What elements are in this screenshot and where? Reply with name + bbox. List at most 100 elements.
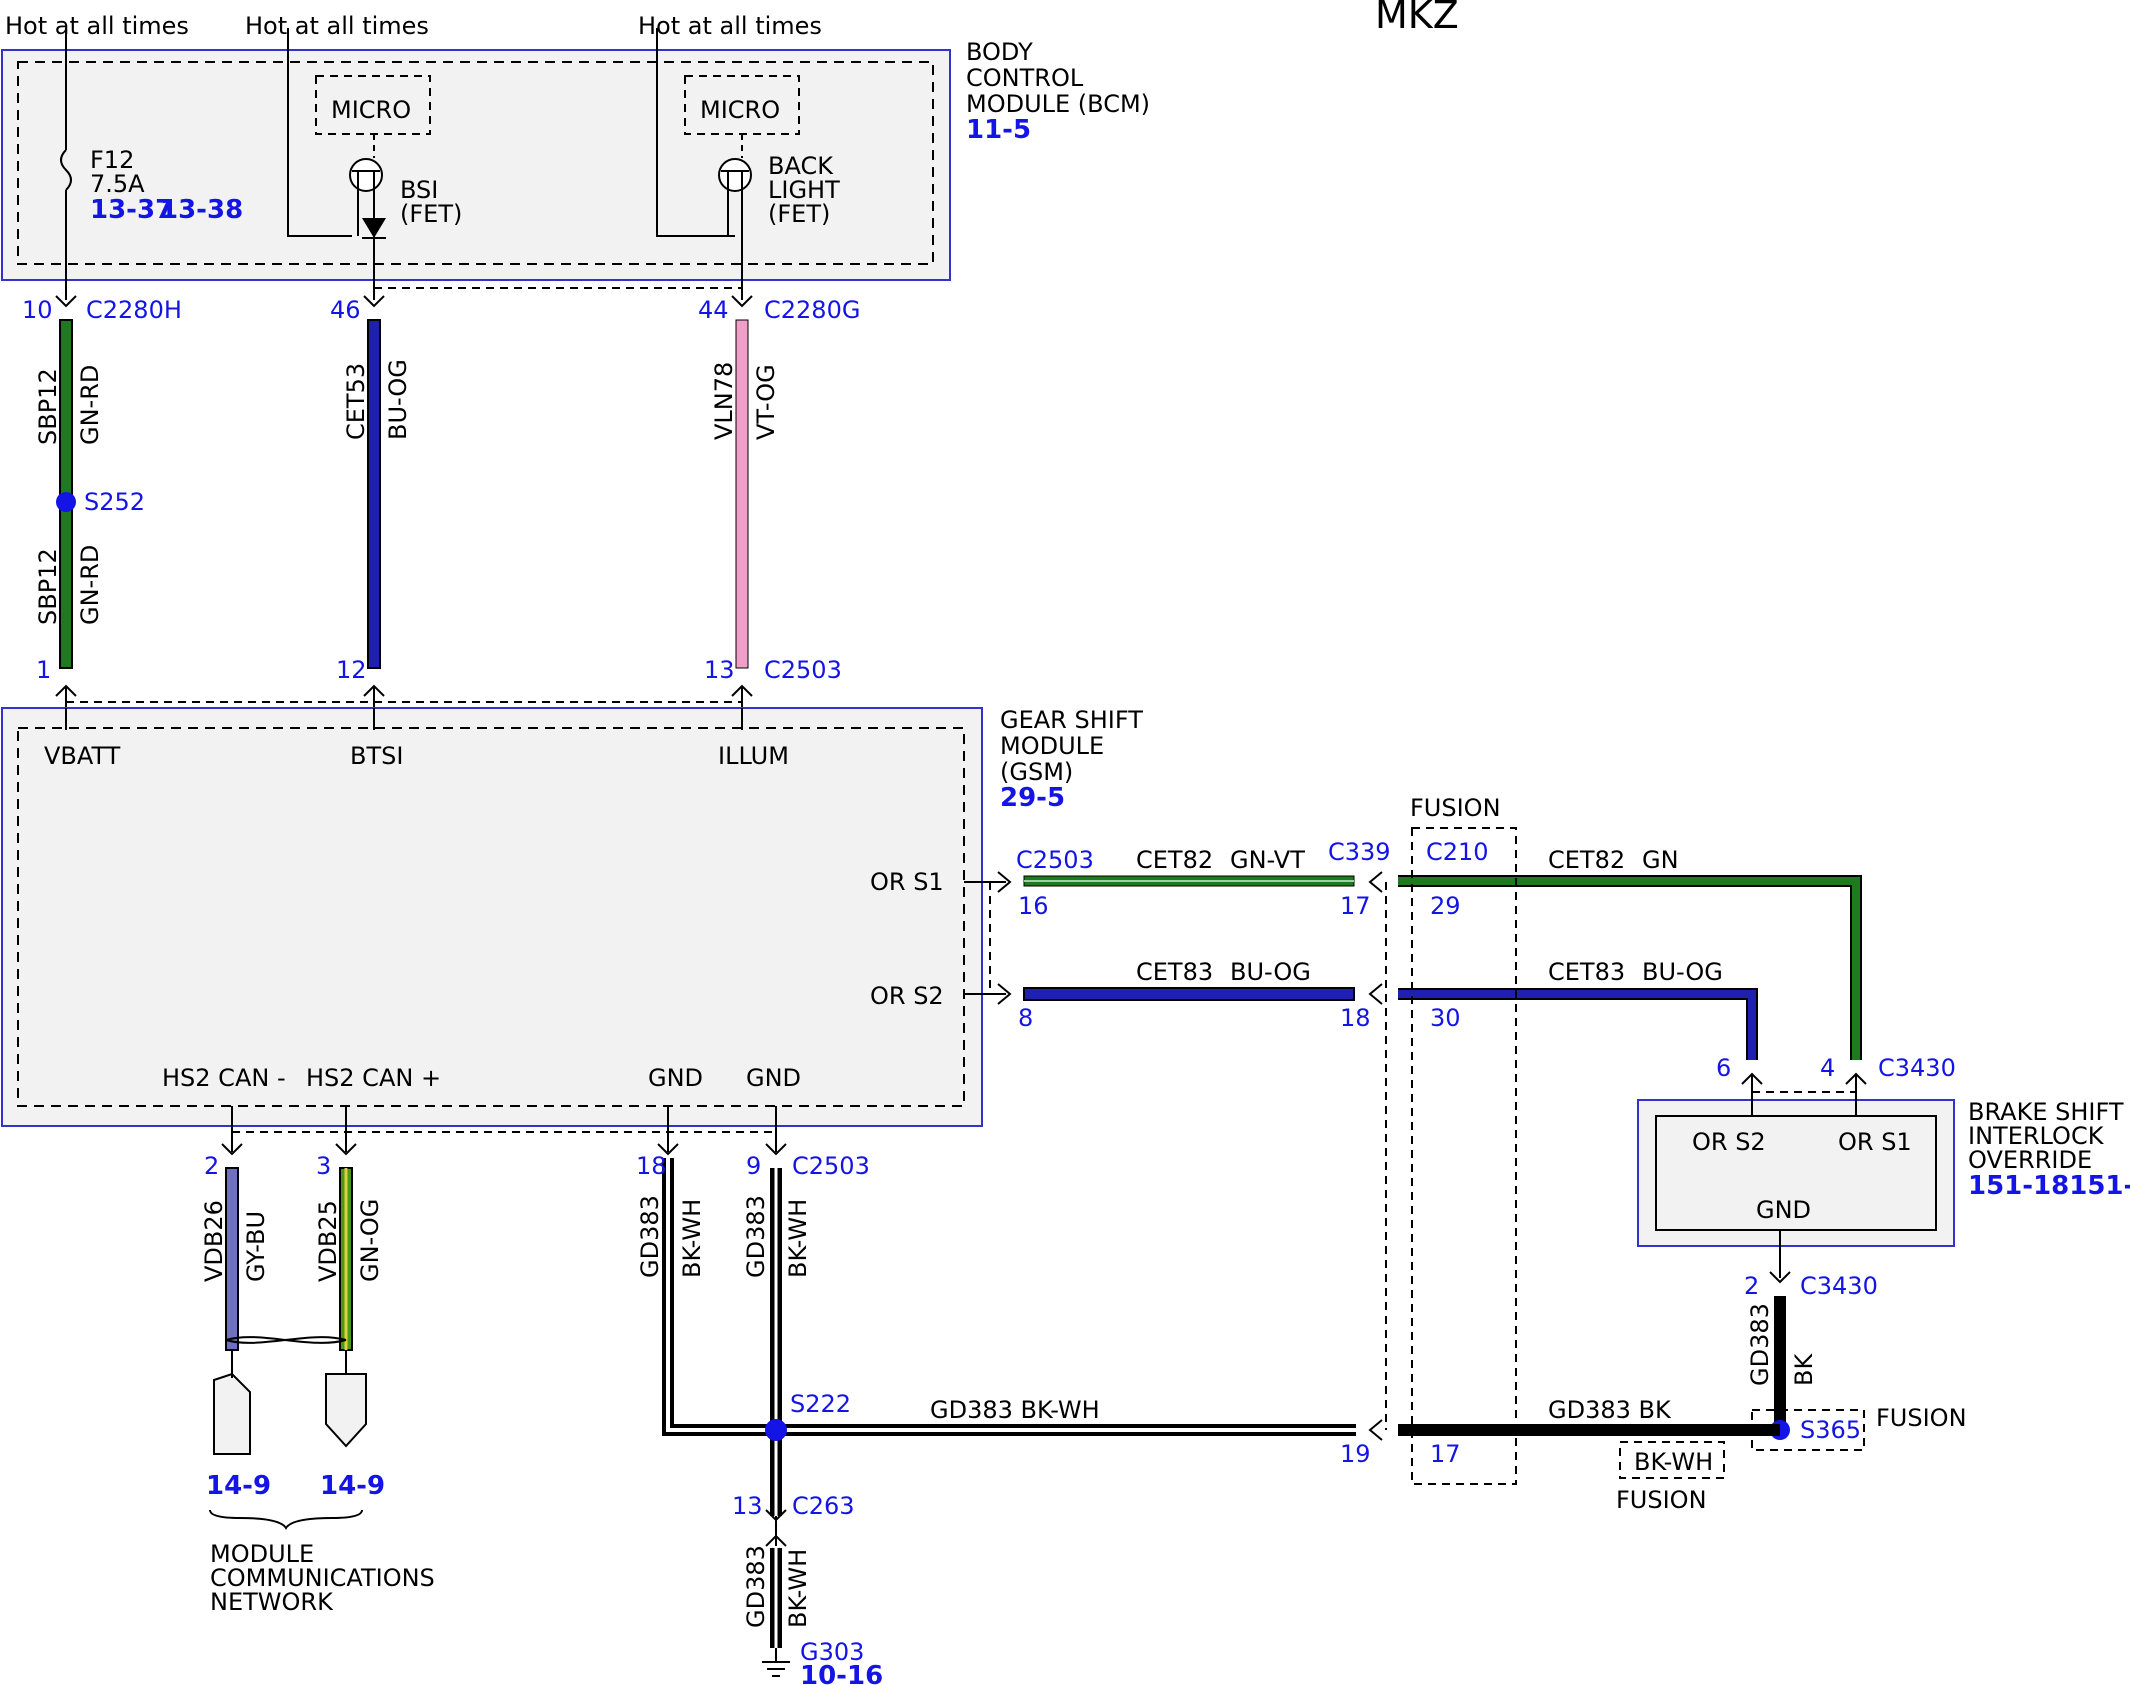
bsio-connector-b-label: C3430 xyxy=(1800,1272,1878,1300)
gsm-label-vbatt: VBATT xyxy=(44,742,121,770)
gsm-name-1: GEAR SHIFT xyxy=(1000,706,1143,734)
gsm-label-can-minus: HS2 CAN - xyxy=(162,1064,286,1092)
supply-label-left: Hot at all times xyxy=(5,12,189,40)
splice-s222-dot xyxy=(765,1419,787,1441)
wire-vdb26-circuit: VDB26 xyxy=(200,1200,228,1282)
gnd-wire-b-circuit: GD383 xyxy=(742,1195,770,1278)
c263-label: C263 xyxy=(792,1492,855,1520)
twisted-pair-icon xyxy=(225,1336,347,1344)
bsio-label-or-s1: OR S1 xyxy=(1838,1128,1912,1156)
gnd-wire-a-color: BK-WH xyxy=(678,1199,706,1278)
gsm-outline xyxy=(1,707,983,1127)
gsm-pin-1-label: 1 xyxy=(36,656,51,684)
pin-30-label: 30 xyxy=(1430,1004,1461,1032)
gsm-label-can-plus: HS2 CAN + xyxy=(306,1064,441,1092)
can-plus-ref: 14-9 xyxy=(320,1471,385,1501)
wire-cet82-color-b: GN xyxy=(1642,846,1679,874)
bsio-outline xyxy=(1637,1099,1955,1247)
gnd-wire-a-circuit: GD383 xyxy=(636,1195,664,1278)
gsm-pin-12-label: 12 xyxy=(336,656,367,684)
bsio-pin-4-label: 4 xyxy=(1820,1054,1835,1082)
bcm-name-1: BODY xyxy=(966,38,1033,66)
wire-vln78: VLN78 VT-OG xyxy=(710,319,780,669)
c263-pin-label: 13 xyxy=(732,1492,763,1520)
wire-cet83-color: BU-OG xyxy=(1230,958,1311,986)
splice-s222-label: S222 xyxy=(790,1390,851,1418)
wire-vdb25-color: GN-OG xyxy=(356,1199,384,1282)
gsm-ref: 29-5 xyxy=(1000,783,1065,813)
wire-vln78-color: VT-OG xyxy=(752,364,780,440)
gsm-label-or-s1: OR S1 xyxy=(870,868,944,896)
bsio-label-or-s2: OR S2 xyxy=(1692,1128,1766,1156)
bsio-pin-6-label: 6 xyxy=(1716,1054,1731,1082)
pin-18-label: 18 xyxy=(1340,1004,1371,1032)
bkwh-alt-color: BK-WH xyxy=(1634,1448,1713,1476)
gnd-2-pin-label: 9 xyxy=(746,1152,761,1180)
gsm-label-gnd-1: GND xyxy=(648,1064,703,1092)
pin-19-label: 19 xyxy=(1340,1440,1371,1468)
wire-cet83: CET83 BU-OG CET83 BU-OG xyxy=(1023,958,1758,1060)
wire-vln78-circuit: VLN78 xyxy=(710,362,738,440)
gnd-1-pin-label: 18 xyxy=(636,1152,667,1180)
connector-c2280g: C2280G xyxy=(764,296,860,324)
wire-cet83-circuit-b: CET83 xyxy=(1548,958,1625,986)
bcm-ref: 11-5 xyxy=(966,115,1031,145)
wire-sbp12: S252 SBP12 GN-RD SBP12 GN-RD xyxy=(34,319,145,669)
supply-label-right: Hot at all times xyxy=(638,12,822,40)
gsm-name-3: (GSM) xyxy=(1000,758,1073,786)
pin-16-label: 16 xyxy=(1018,892,1049,920)
pin-18-chevron-icon xyxy=(1368,983,1383,1005)
page-title: MKZ xyxy=(1375,0,1459,37)
bsio-connector-label: C3430 xyxy=(1878,1054,1956,1082)
gsm-connector-bottom: C2503 xyxy=(792,1152,870,1180)
pin-17a-label: 17 xyxy=(1340,892,1371,920)
body-control-module: F12 7.5A 13-37 13-38 MICRO BSI (FET) MIC… xyxy=(1,12,1150,300)
wire-gd383-label: GD383 BK-WH xyxy=(930,1396,1100,1424)
bsio-wire-circuit: GD383 xyxy=(1746,1303,1774,1386)
wire-cet53-color: BU-OG xyxy=(384,359,412,440)
backlight-fet-icon xyxy=(718,158,752,192)
wire-cet82-b xyxy=(1398,875,1862,1060)
bsi-fet-label-2: (FET) xyxy=(400,200,462,228)
bkwh-fusion-label: FUSION xyxy=(1616,1486,1707,1514)
c210-label: C210 xyxy=(1426,838,1489,866)
gsm-label-gnd-2: GND xyxy=(746,1064,801,1092)
ground-icon xyxy=(762,1648,790,1677)
wire-vdb25: VDB25 GN-OG xyxy=(314,1167,384,1351)
wire-cet53: CET53 BU-OG xyxy=(342,319,412,669)
splice-s252-label: S252 xyxy=(84,488,145,516)
micro-label-1: MICRO xyxy=(331,96,411,124)
bsio-wire-color: BK xyxy=(1790,1353,1818,1386)
gsm-label-btsi: BTSI xyxy=(350,742,403,770)
brake-shift-interlock-override-module: 6 4 C3430 OR S2 OR S1 GND BRAKE SHIFT IN… xyxy=(1616,1054,2130,1514)
wire-sbp12-color: GN-RD xyxy=(76,365,104,445)
micro-label-2: MICRO xyxy=(700,96,780,124)
network-label-3: NETWORK xyxy=(210,1588,334,1616)
can-plus-connector-icon xyxy=(325,1373,367,1448)
splice-s365-label: S365 xyxy=(1800,1416,1861,1444)
c339-label: C339 xyxy=(1328,838,1391,866)
wire-sbp12-color-b: GN-RD xyxy=(76,545,104,625)
pin-44-label: 44 xyxy=(698,296,729,324)
pin-17b-label: 17 xyxy=(1430,1440,1461,1468)
network-brace-icon xyxy=(209,1509,363,1530)
backlight-fet-label-3: (FET) xyxy=(768,200,830,228)
bsio-ref: 151-18151-19 xyxy=(1968,1171,2130,1201)
wire-vdb26-color: GY-BU xyxy=(242,1211,270,1282)
bsio-name-3: OVERRIDE xyxy=(1968,1146,2092,1174)
fuse-ref-2: 13-38 xyxy=(160,195,243,225)
splice-s252-dot xyxy=(56,492,76,512)
gsm-pin-13-label: 13 xyxy=(704,656,735,684)
pin-10-label: 10 xyxy=(22,296,53,324)
bcm-name-2: CONTROL xyxy=(966,64,1084,92)
supply-label-middle: Hot at all times xyxy=(245,12,429,40)
pin-8-label: 8 xyxy=(1018,1004,1033,1032)
bsi-fet-icon xyxy=(349,158,383,192)
wiring-diagram: MKZ F12 7.5A 13-37 13-38 MICRO BSI (FET)… xyxy=(1,0,2130,1685)
bsio-label-gnd: GND xyxy=(1756,1196,1811,1224)
connector-c2280h: C2280H xyxy=(86,296,182,324)
wire-cet82-circuit: CET82 xyxy=(1136,846,1213,874)
bsio-pin-2-label: 2 xyxy=(1744,1272,1759,1300)
can-plus-pin-label: 3 xyxy=(316,1152,331,1180)
wire-cet53-circuit: CET53 xyxy=(342,363,370,440)
